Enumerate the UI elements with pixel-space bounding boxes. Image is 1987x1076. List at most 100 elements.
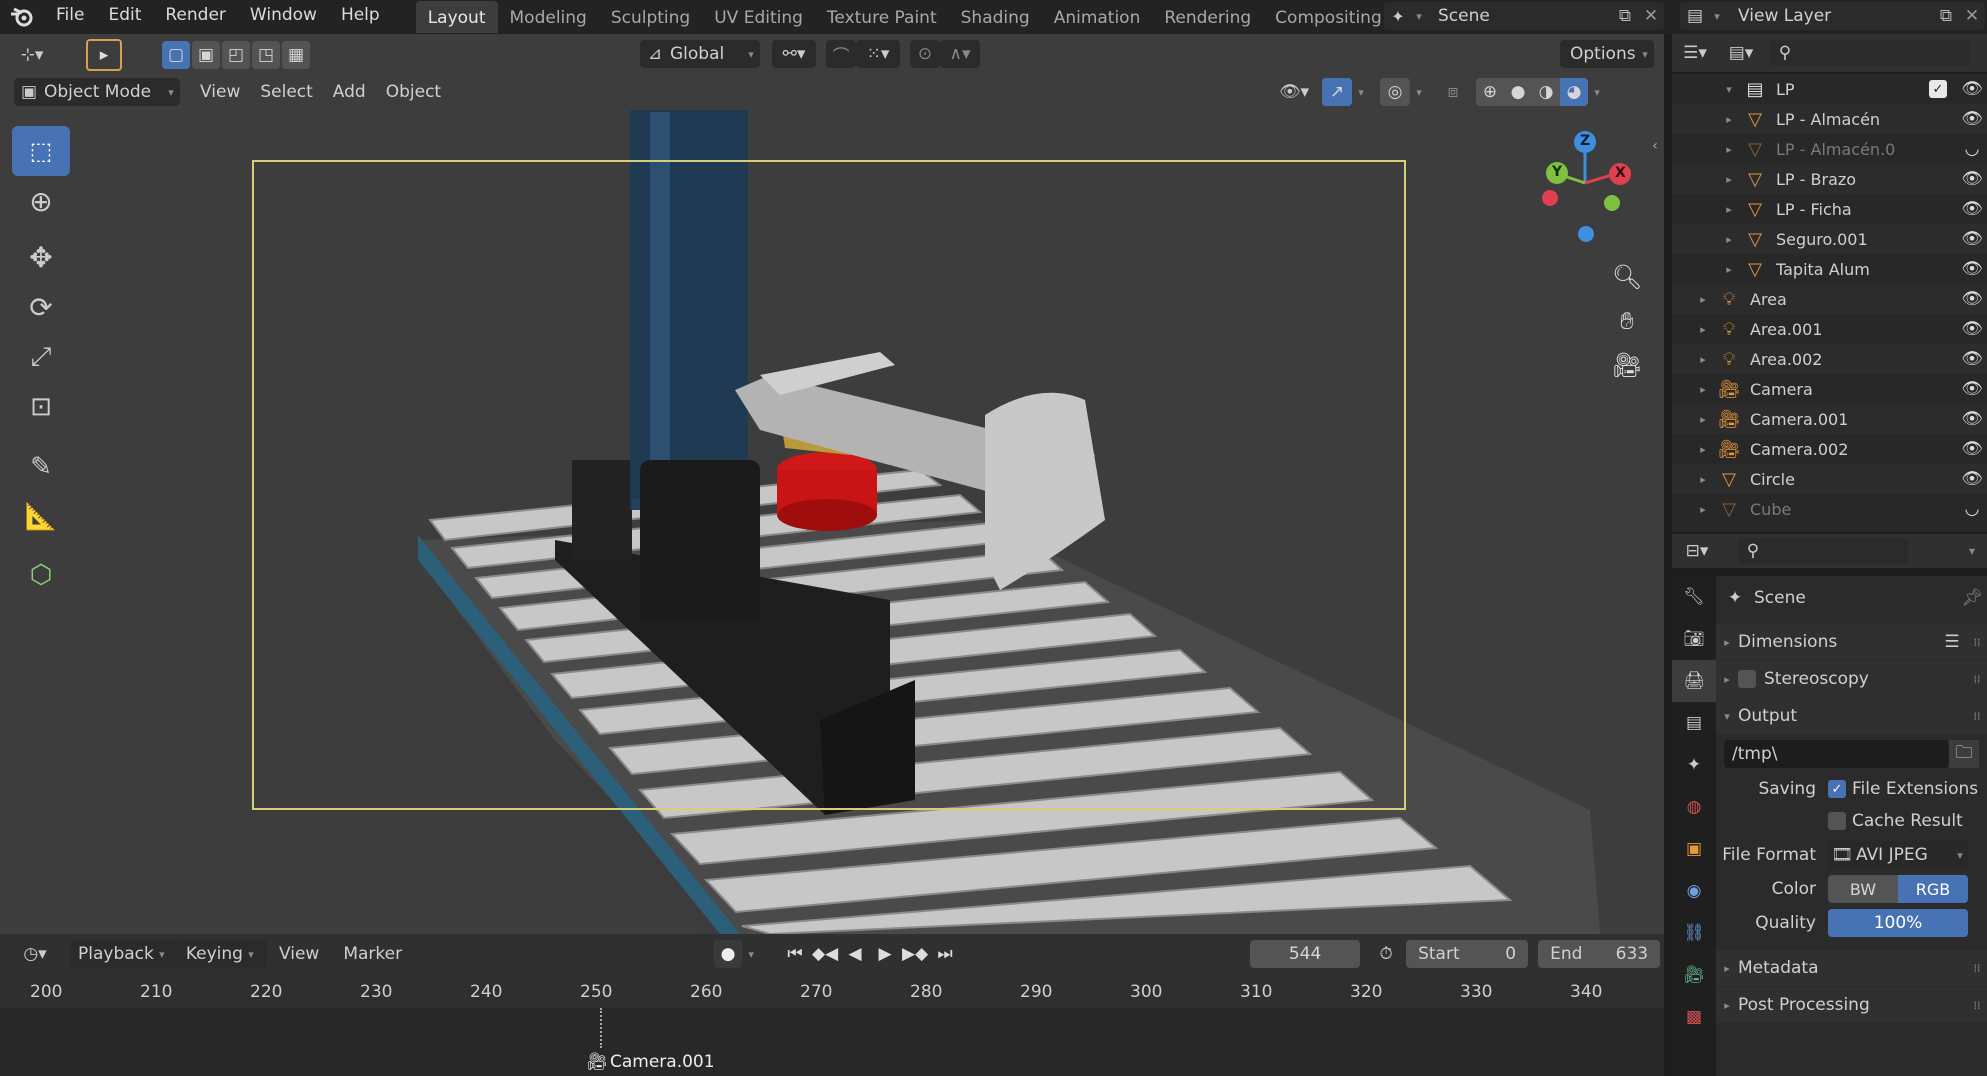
timeline-ruler[interactable]: 200 210 220 230 240 250 260 270 280 290 300 310 320 3… <box>0 974 1664 1008</box>
close-icon[interactable]: ✕ <box>1959 6 1985 26</box>
record-icon[interactable]: ● <box>714 940 743 968</box>
pivot-point-icon[interactable]: ⚯▾ <box>772 40 816 68</box>
menu-object[interactable]: Object <box>376 82 451 102</box>
tab-texture-paint[interactable]: Texture Paint <box>815 1 949 33</box>
transform-tool-icon[interactable]: ⊡ <box>12 382 70 432</box>
select-mode-new-icon[interactable]: ▢ <box>162 41 190 69</box>
new-view-layer-icon[interactable]: ⧉ <box>1933 6 1959 26</box>
jump-start-icon[interactable]: ⏮ <box>780 940 810 968</box>
outliner-row[interactable]: ▸ 💡︎ Area 👁︎ <box>1672 284 1987 314</box>
eye-icon[interactable]: 👁︎ <box>1957 319 1987 339</box>
quality-slider[interactable]: 100% <box>1828 909 1968 937</box>
view-layer-selector[interactable]: ▤ ▾ View Layer ⧉ ✕ <box>1680 2 1985 30</box>
menu-window[interactable]: Window <box>238 0 329 34</box>
eye-icon[interactable]: 👁︎ <box>1957 169 1987 189</box>
timeline-track[interactable]: 🎥︎ Camera.001 <box>0 1008 1664 1076</box>
solid-shading-icon[interactable]: ● <box>1504 78 1532 106</box>
add-cube-tool-icon[interactable]: ⬡ <box>12 550 70 600</box>
wireframe-shading-icon[interactable]: ⊕ <box>1476 78 1504 106</box>
output-path-field[interactable]: /tmp\ <box>1724 740 1949 768</box>
select-mode-subtract-icon[interactable]: ◰ <box>222 41 250 69</box>
sidebar-toggle-icon[interactable]: ‹ <box>1648 136 1662 156</box>
falloff-icon[interactable]: ∧▾ <box>940 40 980 68</box>
file-format-dropdown[interactable]: 🎞︎ AVI JPEG ▾ <box>1828 841 1968 869</box>
drag-handle-icon[interactable]: ⁞⁞ <box>1967 710 1987 723</box>
tab-uv-editing[interactable]: UV Editing <box>702 1 815 33</box>
tab-modeling[interactable]: Modeling <box>498 1 599 33</box>
eye-closed-icon[interactable]: ◡ <box>1957 499 1987 519</box>
overlays-icon[interactable]: ◎ <box>1380 78 1410 106</box>
menu-add[interactable]: Add <box>323 82 376 102</box>
move-tool-icon[interactable]: ✥ <box>12 232 70 282</box>
post-processing-panel[interactable]: ▸ Post Processing ⁞⁞ <box>1716 987 1987 1023</box>
current-frame-field[interactable]: 544 <box>1250 940 1361 968</box>
play-icon[interactable]: ▶ <box>870 940 900 968</box>
menu-edit[interactable]: Edit <box>96 0 153 34</box>
outliner-row[interactable]: ▾ ▤ LP ✓ 👁︎ <box>1672 74 1987 104</box>
outliner-row[interactable]: ▸ ▽ LP - Almacén.0(◡ <box>1672 134 1987 164</box>
stereoscopy-checkbox[interactable] <box>1738 670 1756 688</box>
chevron-down-icon[interactable]: ▾ <box>1588 86 1606 99</box>
navigation-gizmo[interactable]: Z X Y <box>1530 128 1640 248</box>
keying-dropdown[interactable]: Keying ▾ <box>177 940 267 968</box>
jump-end-icon[interactable]: ⏭ <box>930 940 960 968</box>
playback-dropdown[interactable]: Playback ▾ <box>70 940 178 968</box>
new-scene-icon[interactable]: ⧉ <box>1612 6 1638 26</box>
properties-editor-type-icon[interactable]: ⊟▾ <box>1672 541 1722 561</box>
file-extensions-checkbox[interactable]: ✓ <box>1828 780 1846 798</box>
dimensions-panel[interactable]: ▸ Dimensions ☰ ⁞⁞ <box>1716 624 1987 660</box>
eye-icon[interactable]: 👁︎ <box>1957 439 1987 459</box>
chevron-down-icon[interactable]: ▾ <box>1352 86 1370 99</box>
eye-icon[interactable]: 👁︎ <box>1957 379 1987 399</box>
constraints-tab-icon[interactable]: ⛓︎ <box>1672 912 1716 954</box>
eye-icon[interactable]: 👁︎ <box>1957 199 1987 219</box>
scale-tool-icon[interactable]: ⤢ <box>12 332 70 382</box>
presets-icon[interactable]: ☰ <box>1937 632 1967 652</box>
view-layer-tab-icon[interactable]: ▤ <box>1672 702 1716 744</box>
chevron-right-icon[interactable]: ▸ <box>1720 143 1738 156</box>
chevron-down-icon[interactable]: ▾ <box>1410 86 1428 99</box>
outliner-row[interactable]: ▸ ▽ Tapita Alum 👁︎ <box>1672 254 1987 284</box>
color-bw-button[interactable]: BW <box>1828 875 1898 903</box>
data-tab-icon[interactable]: 🎥︎ <box>1672 954 1716 996</box>
material-shading-icon[interactable]: ◑ <box>1532 78 1560 106</box>
eye-icon[interactable]: 👁︎ <box>1957 409 1987 429</box>
outliner-editor-type-icon[interactable]: ☰▾ <box>1672 43 1718 63</box>
metadata-panel[interactable]: ▸ Metadata ⁞⁞ <box>1716 950 1987 986</box>
properties-search[interactable]: ⚲ <box>1738 538 1908 564</box>
chevron-down-icon[interactable]: ▾ <box>1720 83 1738 96</box>
zoom-icon[interactable]: 🔍︎ <box>1608 258 1646 296</box>
proportional-edit-icon[interactable]: ⊙ <box>910 40 940 68</box>
pin-icon[interactable]: 📌︎ <box>1957 588 1987 608</box>
menu-view[interactable]: View <box>190 82 250 102</box>
timeline-menu-marker[interactable]: Marker <box>331 944 414 964</box>
annotate-tool-icon[interactable]: ✎ <box>12 442 70 492</box>
end-frame-field[interactable]: End 633 <box>1538 940 1661 968</box>
object-mode-dropdown[interactable]: ▣ Object Mode ▾ <box>14 78 180 106</box>
menu-help[interactable]: Help <box>329 0 392 34</box>
outliner-row[interactable]: ▸ ▽ LP - Almacén 👁︎ <box>1672 104 1987 134</box>
chevron-right-icon[interactable]: ▸ <box>1720 113 1738 126</box>
xray-icon[interactable]: ⧈ <box>1438 78 1468 106</box>
select-mode-intersect-icon[interactable]: ▦ <box>282 41 310 69</box>
3d-viewport[interactable] <box>0 34 1664 934</box>
chevron-right-icon[interactable]: ▸ <box>1720 233 1738 246</box>
stereoscopy-panel[interactable]: ▸ Stereoscopy ⁞⁞ <box>1716 661 1987 697</box>
options-dropdown[interactable]: Options ▾ <box>1560 40 1654 68</box>
output-tab-icon[interactable]: 🖨︎ <box>1672 660 1716 702</box>
eye-icon[interactable]: 👁︎ <box>1957 229 1987 249</box>
display-mode-icon[interactable]: ▤▾ <box>1718 43 1764 63</box>
gizmo-toggle-icon[interactable]: ↗ <box>1322 78 1352 106</box>
close-icon[interactable]: ✕ <box>1638 6 1664 26</box>
stopwatch-icon[interactable]: ⏱ <box>1372 940 1400 968</box>
timeline[interactable]: ◷▾ Playback ▾ Keying ▾ View Marker ● ▾ ⏮… <box>0 934 1664 1076</box>
menu-render[interactable]: Render <box>153 0 238 34</box>
pan-hand-icon[interactable]: ✋︎ <box>1608 302 1646 340</box>
cache-result-checkbox[interactable] <box>1828 812 1846 830</box>
tab-compositing[interactable]: Compositing <box>1263 1 1394 33</box>
eye-icon[interactable]: 👁︎ <box>1957 79 1987 99</box>
drag-handle-icon[interactable]: ⁞⁞ <box>1967 962 1987 975</box>
chevron-right-icon[interactable]: ▸ <box>1694 473 1712 486</box>
eye-closed-icon[interactable]: ◡ <box>1957 139 1987 159</box>
snap-toggle-icon[interactable]: ⌒ <box>826 40 856 68</box>
